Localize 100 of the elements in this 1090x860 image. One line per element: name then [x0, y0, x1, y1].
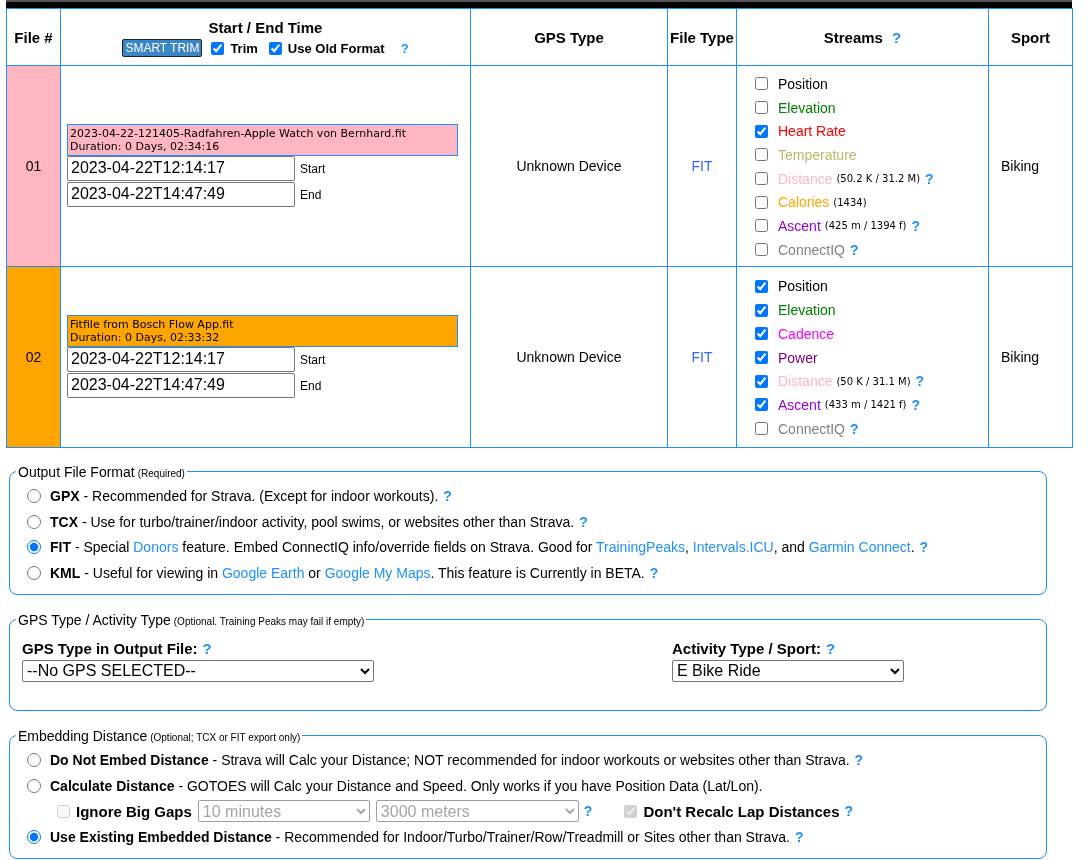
radio-button[interactable] [27, 565, 41, 580]
stream-label: ConnectIQ [778, 420, 845, 437]
help-link[interactable]: ? [911, 217, 921, 234]
help-link[interactable]: ? [911, 396, 921, 413]
checkbox-label: Don't Recalc Lap Distances [643, 802, 840, 820]
time-input[interactable]: 2023-04-22T12:14:17 [67, 155, 295, 181]
checkbox[interactable] [755, 172, 768, 186]
file-number: 02 [25, 348, 42, 365]
help-link[interactable]: ? [844, 803, 854, 820]
stream-label: Ascent [778, 217, 821, 234]
column-header: GPS Type [534, 28, 604, 46]
radio-button[interactable] [27, 778, 41, 793]
stream-label: Distance [778, 170, 833, 187]
file-duration: Duration: 0 Days, 02:33:32 [70, 330, 221, 344]
option-description: Use Existing Embedded Distance - Recommended for Indoor/Turbo/Trainer/Row/Treadmill or Sites other than Strava. [50, 828, 790, 845]
time-input[interactable]: 2023-04-22T14:47:49 [67, 372, 295, 398]
radio-button[interactable] [27, 540, 41, 555]
stream-label: Position [778, 75, 828, 92]
sport-name: Biking [1001, 348, 1040, 365]
stream-label: Heart Rate [778, 123, 846, 140]
checkbox[interactable] [755, 219, 768, 233]
help-link[interactable]: ? [794, 828, 804, 845]
help-link[interactable]: ? [202, 639, 212, 657]
time-input[interactable]: 2023-04-22T12:14:17 [67, 346, 295, 372]
checkbox[interactable] [755, 422, 768, 436]
checkbox[interactable] [755, 279, 768, 293]
column-header: Start / End Time [207, 19, 324, 36]
section-title: Embedding Distance [18, 727, 148, 744]
checkbox[interactable] [268, 41, 282, 55]
help-link[interactable]: ? [925, 170, 934, 187]
field-label: GPS Type in Output File: [22, 639, 198, 657]
stream-detail: (425 m / 1394 f) [824, 220, 907, 232]
stream-label: ConnectIQ [778, 241, 845, 258]
link[interactable]: Intervals.ICU [692, 539, 774, 556]
section-note: (Optional; TCX or FIT export only) [150, 731, 301, 743]
link[interactable]: Google Earth [221, 564, 305, 581]
link[interactable]: Garmin Connect [808, 539, 911, 556]
option-description: Do Not Embed Distance - Strava will Calc your Distance; NOT recommended for indoor workouts or websites other than Strava. [50, 752, 850, 769]
radio-button[interactable] [27, 514, 41, 529]
checkbox[interactable] [755, 351, 768, 364]
checkbox-label: Ignore Big Gaps [76, 802, 192, 820]
time-label: End [300, 187, 322, 202]
stream-label: Distance [778, 373, 833, 390]
checkbox[interactable] [755, 77, 768, 91]
checkbox[interactable] [755, 398, 768, 412]
file-type-link[interactable]: FIT [691, 157, 713, 174]
section-note: (Required) [137, 467, 185, 479]
stream-label: Elevation [778, 302, 836, 319]
help-link[interactable]: ? [825, 639, 836, 657]
dropdown[interactable]: E Bike Ride [672, 659, 904, 682]
help-link[interactable]: ? [443, 488, 452, 505]
help-link[interactable]: ? [892, 28, 902, 46]
dropdown[interactable]: --No GPS SELECTED-- [22, 659, 374, 682]
stream-label: Position [778, 278, 828, 295]
link[interactable]: TrainingPeaks [596, 539, 685, 556]
checkbox[interactable] [755, 148, 768, 162]
help-link[interactable]: ? [400, 40, 409, 56]
checkbox[interactable] [755, 303, 768, 317]
sport-name: Biking [1001, 157, 1040, 174]
help-link[interactable]: ? [649, 564, 659, 581]
help-link[interactable]: ? [583, 803, 593, 820]
column-header: Streams [823, 28, 883, 46]
checkbox[interactable] [755, 327, 768, 341]
file-type-link[interactable]: FIT [691, 348, 713, 365]
checkbox[interactable] [755, 374, 768, 388]
option-description: KML - Useful for viewing in Google Earth or Google My Maps. This feature is Currently in BETA. [50, 564, 645, 581]
checkbox[interactable] [755, 124, 768, 138]
help-link[interactable]: ? [854, 752, 864, 769]
stream-detail: (50.2 K / 31.2 M) [836, 173, 921, 185]
stream-detail: (50 K / 31.1 M) [836, 375, 911, 387]
link[interactable]: Donors [133, 539, 179, 556]
option-description: TCX - Use for turbo/trainer/indoor activity, pool swims, or websites other than Strava. [50, 513, 575, 530]
stream-label: Elevation [778, 99, 836, 116]
checkbox-label: Use Old Format [287, 40, 385, 56]
option-description: Calculate Distance - GOTOES will Calc your Distance and Speed. Only works if you have Position Data (Lat/Lon). [50, 777, 763, 794]
column-header: File # [14, 28, 53, 46]
help-link[interactable]: ? [579, 513, 588, 530]
option-description: FIT - Special Donors feature. Embed ConnectIQ info/override fields on Strava. Good for TrainingPeaks, Intervals.ICU, and Garmin Connect. [50, 539, 915, 556]
checkbox[interactable] [755, 101, 768, 115]
checkbox[interactable] [755, 195, 768, 209]
radio-button[interactable] [27, 753, 41, 768]
section-title: Output File Format [18, 463, 135, 480]
help-link[interactable]: ? [919, 539, 929, 556]
checkbox[interactable] [755, 243, 768, 257]
time-label: Start [300, 352, 326, 367]
section-note: (Optional. Training Peaks may fail if empty) [173, 615, 365, 627]
file-duration: Duration: 0 Days, 02:34:16 [70, 139, 221, 153]
gps-type: Unknown Device [516, 157, 622, 174]
column-header: File Type [670, 28, 734, 46]
radio-button[interactable] [27, 489, 41, 504]
stream-label: Power [778, 349, 818, 366]
help-link[interactable]: ? [849, 241, 859, 258]
link[interactable]: Google My Maps [324, 564, 431, 581]
checkbox[interactable] [211, 41, 225, 55]
help-link[interactable]: ? [849, 420, 859, 437]
help-link[interactable]: ? [915, 373, 925, 390]
radio-button[interactable] [27, 829, 41, 844]
smart-trim-button[interactable]: SMART TRIM [122, 39, 203, 57]
time-input[interactable]: 2023-04-22T14:47:49 [67, 181, 295, 207]
checkbox-label: Trim [230, 40, 258, 56]
